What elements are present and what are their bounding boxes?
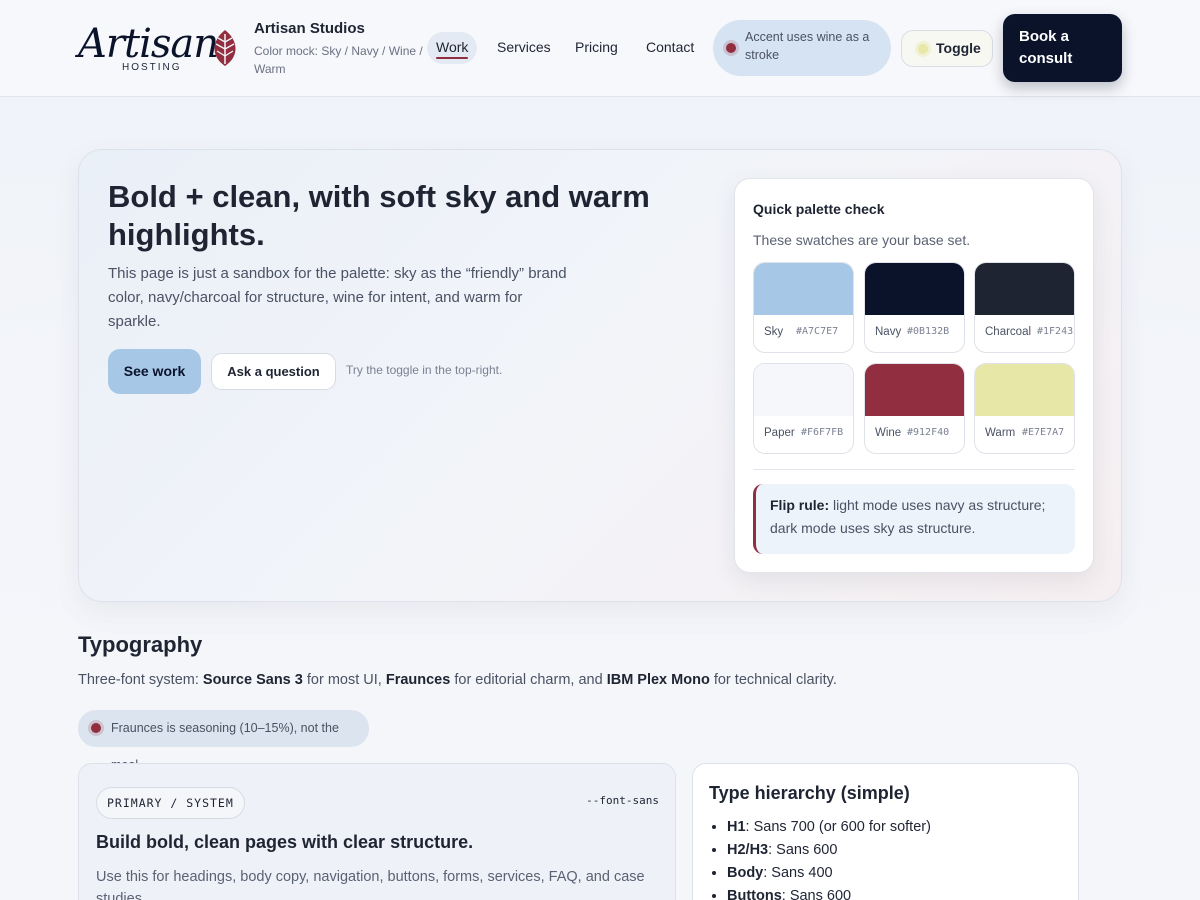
palette-subtitle: These swatches are your base set. (753, 232, 971, 248)
type-hierarchy-card: Type hierarchy (simple) H1: Sans 700 (or… (692, 763, 1079, 900)
swatch-hex: #0B132B (907, 326, 950, 337)
nav-pricing[interactable]: Pricing (566, 32, 627, 64)
swatch-name: Warm (985, 427, 1016, 439)
wine-dot-icon (726, 43, 736, 53)
primary-card-heading: Build bold, clean pages with clear struc… (96, 832, 474, 852)
hierarchy-list: H1: Sans 700 (or 600 for softer) H2/H3: … (727, 816, 931, 900)
toggle-hint: Try the toggle in the top-right. (346, 363, 503, 377)
font-mono-name: IBM Plex Mono (606, 672, 710, 688)
hierarchy-label: Body (727, 865, 764, 881)
hierarchy-text: : Sans 600 (781, 888, 852, 900)
desc-suffix: for technical clarity. (709, 672, 837, 688)
font-sans-name: Source Sans 3 (202, 672, 303, 688)
swatch-chip (865, 263, 964, 315)
list-item: Body: Sans 400 (727, 862, 931, 885)
hierarchy-label: H2/H3 (727, 842, 769, 858)
font-variable: --font-sans (586, 794, 659, 807)
brand-subtitle: Color mock: Sky / Navy / Wine / Warm (254, 44, 423, 76)
swatch-paper[interactable]: Paper #F6F7FB (753, 363, 854, 454)
divider (753, 469, 1075, 470)
swatch-hex: #E7E7A7 (1022, 427, 1065, 438)
swatch-navy[interactable]: Navy #0B132B (864, 262, 965, 353)
wine-dot-icon (91, 723, 101, 733)
logo-subtitle: HOSTING (122, 62, 182, 73)
logo-wordmark: Artisan (78, 21, 219, 67)
nav-work[interactable]: Work (427, 32, 478, 64)
hierarchy-heading: Type hierarchy (simple) (709, 783, 910, 803)
nav-contact[interactable]: Contact (637, 32, 703, 64)
hierarchy-text: : Sans 600 (768, 842, 838, 858)
book-consult-button[interactable]: Book a consult (1003, 14, 1122, 82)
fraunces-note: Fraunces is seasoning (10–15%), not the … (78, 710, 369, 772)
swatch-name: Navy (875, 326, 902, 338)
swatch-chip (754, 263, 853, 315)
swatch-sky[interactable]: Sky #A7C7E7 (753, 262, 854, 353)
hero-title: Bold + clean, with soft sky and warm hig… (108, 179, 650, 252)
swatch-name: Wine (875, 427, 902, 439)
swatch-hex: #1F2433 (1037, 326, 1075, 337)
ask-question-button[interactable]: Ask a question (211, 353, 336, 390)
accent-note: Accent uses wine as a stroke (713, 20, 891, 76)
toggle-label: Toggle (936, 40, 981, 56)
swatch-chip (754, 364, 853, 416)
swatch-charcoal[interactable]: Charcoal #1F2433 (974, 262, 1075, 353)
palette-title: Quick palette check (753, 201, 885, 217)
brand-block: Artisan Studios Color mock: Sky / Navy /… (254, 20, 424, 78)
typography-description: Three-font system: Source Sans 3 for mos… (78, 672, 837, 688)
swatch-chip (975, 364, 1074, 416)
desc-prefix: Three-font system: (78, 672, 203, 688)
hero-card: Bold + clean, with soft sky and warm hig… (78, 149, 1122, 602)
list-item: Buttons: Sans 600 (727, 885, 931, 900)
primary-card-body: Use this for headings, body copy, naviga… (96, 869, 645, 900)
see-work-button[interactable]: See work (108, 349, 201, 394)
hierarchy-text: : Sans 700 (or 600 for softer) (745, 819, 931, 835)
swatch-wine[interactable]: Wine #912F40 (864, 363, 965, 454)
artisan-logo[interactable]: Artisan HOSTING (78, 22, 248, 74)
swatch-name: Charcoal (985, 326, 1032, 338)
hero-description: This page is just a sandbox for the pale… (108, 265, 567, 330)
brand-name: Artisan Studios (254, 20, 365, 37)
swatch-hex: #F6F7FB (801, 427, 844, 438)
warm-dot-icon (918, 44, 928, 54)
swatch-chip (865, 364, 964, 416)
hierarchy-label: Buttons (727, 888, 782, 900)
hierarchy-text: : Sans 400 (763, 865, 833, 881)
palette-panel: Quick palette check These swatches are y… (734, 178, 1094, 573)
hierarchy-label: H1 (727, 819, 746, 835)
accent-note-text: Accent uses wine as a stroke (745, 30, 870, 62)
list-item: H2/H3: Sans 600 (727, 839, 931, 862)
site-header: Artisan HOSTING Artisan Studios Color mo… (0, 0, 1200, 97)
swatch-chip (975, 263, 1074, 315)
swatch-name: Sky (764, 326, 784, 338)
nav-services[interactable]: Services (488, 32, 560, 64)
swatch-hex: #A7C7E7 (796, 326, 839, 337)
swatch-name: Paper (764, 427, 795, 439)
primary-system-chip: PRIMARY / SYSTEM (96, 787, 245, 819)
typography-title: Typography (78, 632, 203, 657)
primary-font-card: PRIMARY / SYSTEM --font-sans Build bold,… (78, 763, 676, 900)
theme-toggle-button[interactable]: Toggle (901, 30, 993, 67)
swatch-warm[interactable]: Warm #E7E7A7 (974, 363, 1075, 454)
font-serif-name: Fraunces (385, 672, 451, 688)
desc-mid1: for most UI, (302, 672, 386, 688)
leaf-icon (214, 30, 236, 66)
swatch-hex: #912F40 (907, 427, 950, 438)
desc-mid2: for editorial charm, and (450, 672, 607, 688)
flip-rule-label: Flip rule: (770, 497, 830, 513)
list-item: H1: Sans 700 (or 600 for softer) (727, 816, 931, 839)
flip-rule-note: Flip rule: light mode uses navy as struc… (753, 484, 1075, 554)
